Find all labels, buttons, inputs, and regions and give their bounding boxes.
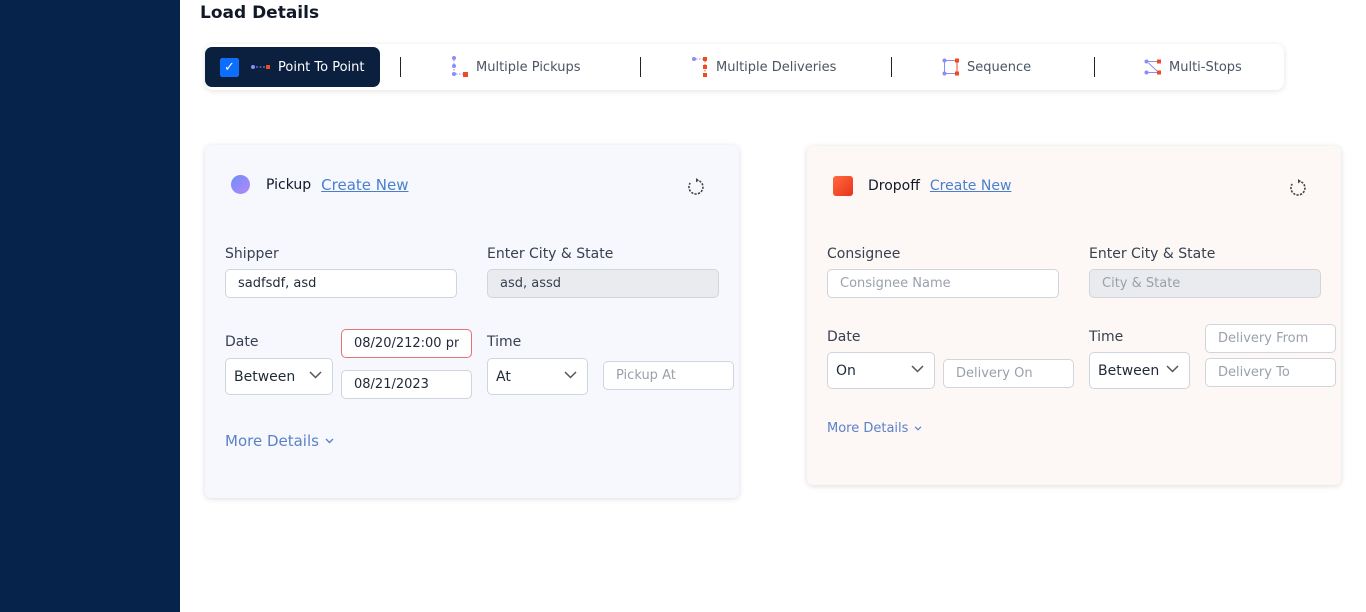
pickup-circle-icon <box>231 175 250 194</box>
create-new-link[interactable]: Create New <box>321 176 408 194</box>
chevron-down-icon <box>325 438 334 444</box>
tab-point-to-point[interactable]: ✓ Point To Point <box>205 47 380 87</box>
multiple-pickups-icon <box>451 56 469 78</box>
date-mode-select[interactable]: Between <box>225 358 333 395</box>
tab-label: Multiple Deliveries <box>716 59 837 75</box>
time-mode-value: At <box>496 368 511 385</box>
tab-multi-stops[interactable]: Multi-Stops <box>1144 44 1242 90</box>
time-mode-value: Between <box>1098 362 1160 379</box>
main-content: Load Details ✓ Point To Point Multiple P… <box>180 0 1366 612</box>
page-title: Load Details <box>200 3 320 23</box>
tab-sequence[interactable]: Sequence <box>942 44 1031 90</box>
pickup-card: Pickup Create New Shipper Enter City & S… <box>205 145 739 498</box>
delivery-on-input[interactable] <box>943 359 1074 388</box>
dropoff-title: Dropoff <box>868 178 920 194</box>
refresh-icon[interactable] <box>687 178 705 196</box>
sidebar <box>0 0 180 612</box>
shipper-input[interactable] <box>225 269 457 298</box>
time-mode-select[interactable]: At <box>487 358 588 395</box>
more-details-label: More Details <box>225 432 319 450</box>
city-state-input[interactable] <box>487 269 719 298</box>
pickup-header: Pickup Create New <box>231 175 409 194</box>
time-label: Time <box>1089 329 1124 345</box>
tab-label: Point To Point <box>278 59 365 75</box>
tab-multiple-deliveries[interactable]: Multiple Deliveries <box>691 44 836 90</box>
create-new-link[interactable]: Create New <box>930 178 1012 194</box>
tab-label: Multiple Pickups <box>476 59 581 75</box>
time-label: Time <box>487 334 522 350</box>
shipper-label: Shipper <box>225 246 279 262</box>
date-mode-select[interactable]: On <box>827 352 935 389</box>
chevron-down-icon <box>1166 365 1179 373</box>
city-state-label: Enter City & State <box>1089 246 1216 262</box>
pickup-at-input[interactable] <box>603 361 734 390</box>
city-state-label: Enter City & State <box>487 246 614 262</box>
point-to-point-icon <box>251 63 271 71</box>
delivery-from-input[interactable] <box>1205 324 1336 353</box>
pickup-title: Pickup <box>266 176 312 193</box>
more-details-toggle[interactable]: More Details <box>827 421 922 436</box>
sequence-icon <box>942 58 960 76</box>
tab-label: Sequence <box>967 59 1032 75</box>
date-from-input[interactable] <box>341 329 472 358</box>
date-to-input[interactable] <box>341 370 472 399</box>
date-label: Date <box>827 329 861 345</box>
dropoff-card: Dropoff Create New Consignee Enter City … <box>807 146 1341 485</box>
check-icon: ✓ <box>220 57 239 77</box>
tab-multiple-pickups[interactable]: Multiple Pickups <box>451 44 580 90</box>
city-state-input[interactable] <box>1089 269 1321 298</box>
more-details-toggle[interactable]: More Details <box>225 432 334 450</box>
multi-stops-icon <box>1144 59 1162 75</box>
refresh-icon[interactable] <box>1289 179 1307 197</box>
dropoff-square-icon <box>833 176 853 196</box>
delivery-to-input[interactable] <box>1205 358 1336 387</box>
tab-divider <box>400 57 401 77</box>
tab-label: Multi-Stops <box>1169 59 1242 75</box>
date-mode-value: Between <box>234 368 296 385</box>
multiple-deliveries-icon <box>691 56 709 78</box>
consignee-label: Consignee <box>827 246 901 262</box>
tab-divider <box>640 57 641 77</box>
load-type-tabs: ✓ Point To Point Multiple Pickups Multip… <box>205 44 1284 90</box>
dropoff-header: Dropoff Create New <box>833 176 1011 196</box>
checkbox[interactable]: ✓ <box>220 57 239 77</box>
more-details-label: More Details <box>827 421 909 436</box>
tab-divider <box>1094 57 1095 77</box>
chevron-down-icon <box>911 365 924 373</box>
consignee-input[interactable] <box>827 269 1059 298</box>
time-mode-select[interactable]: Between <box>1089 352 1190 389</box>
tab-divider <box>891 57 892 77</box>
date-mode-value: On <box>836 362 856 379</box>
chevron-down-icon <box>915 426 922 431</box>
date-label: Date <box>225 334 259 350</box>
chevron-down-icon <box>309 371 322 379</box>
chevron-down-icon <box>564 371 577 379</box>
